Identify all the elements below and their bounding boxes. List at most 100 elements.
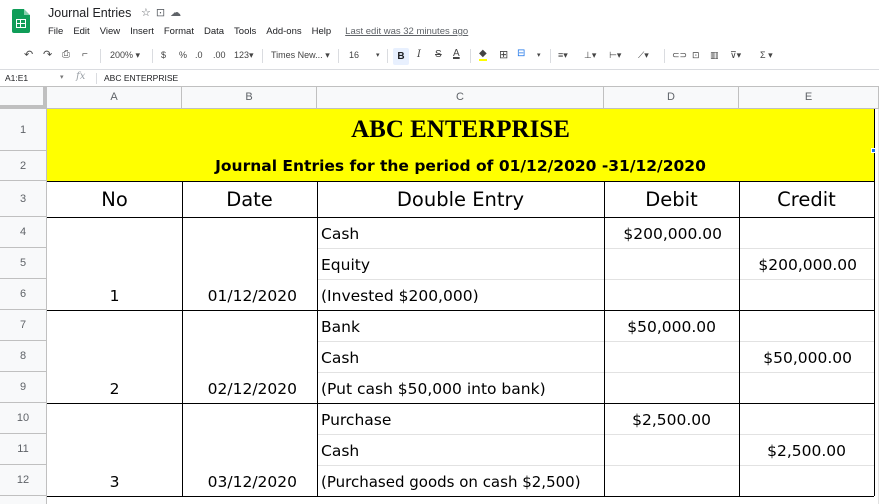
entry-date-cell[interactable]: 01/12/2020 (182, 287, 297, 305)
text-wrap-icon[interactable]: ⊢▾ (609, 50, 621, 61)
row-header-13[interactable] (0, 496, 47, 504)
entry-no-cell[interactable]: 2 (47, 380, 182, 398)
entry-account-cell[interactable]: Cash (321, 225, 601, 243)
header-credit[interactable]: Credit (739, 188, 874, 211)
name-box[interactable]: A1:E1 (5, 73, 28, 83)
last-edit-link[interactable]: Last edit was 32 minutes ago (345, 26, 468, 37)
formula-input[interactable]: ABC ENTERPRISE (104, 73, 178, 83)
entry-narration-cell[interactable]: (Purchased goods on cash $2,500) (321, 473, 603, 491)
header-date[interactable]: Date (182, 188, 317, 211)
row-header-1[interactable]: 1 (0, 109, 47, 151)
column-header-e[interactable]: E (739, 87, 879, 109)
increase-decimal-button[interactable]: .00 (213, 50, 226, 60)
print-icon[interactable]: ⎙ (62, 49, 70, 60)
column-header-b[interactable]: B (182, 87, 317, 109)
menu-format[interactable]: Format (164, 26, 194, 37)
row-header-3[interactable]: 3 (0, 181, 47, 217)
entry-debit-cell[interactable]: $50,000.00 (604, 318, 716, 336)
functions-icon[interactable]: Σ ▾ (760, 50, 773, 61)
entry-no-cell[interactable]: 3 (47, 473, 182, 491)
menu-edit[interactable]: Edit (73, 26, 89, 37)
spreadsheet-grid[interactable]: A B C D E 1 2 3 4 5 6 7 8 9 10 11 12 ABC… (0, 87, 879, 504)
font-family-select[interactable]: Times New... ▾ (271, 50, 330, 61)
horizontal-align-icon[interactable]: ≡▾ (558, 50, 568, 61)
paint-format-icon[interactable]: ⌐ (82, 49, 88, 60)
menu-insert[interactable]: Insert (130, 26, 154, 37)
row-header-2[interactable]: 2 (0, 151, 47, 181)
sheets-logo-icon[interactable] (12, 9, 30, 33)
font-size-chevron-icon[interactable]: ▾ (376, 51, 380, 59)
entry-date-cell[interactable]: 03/12/2020 (182, 473, 297, 491)
name-box-chevron-icon[interactable]: ▾ (60, 73, 64, 81)
strikethrough-button[interactable]: S (435, 49, 442, 60)
entry-no-cell[interactable]: 1 (47, 287, 182, 305)
entry-narration-cell[interactable]: (Put cash $50,000 into bank) (321, 380, 603, 398)
entry-credit-cell[interactable]: $2,500.00 (739, 442, 846, 460)
insert-link-icon[interactable]: ⊂⊃ (672, 50, 687, 61)
menu-view[interactable]: View (100, 26, 120, 37)
title-bar: Journal Entries ☆⊡☁ File Edit View Inser… (0, 0, 879, 40)
insert-chart-icon[interactable]: ▥ (710, 50, 719, 61)
row-header-4[interactable]: 4 (0, 217, 47, 248)
column-header-d[interactable]: D (604, 87, 739, 109)
cloud-icon[interactable]: ☁ (170, 7, 186, 19)
zoom-select[interactable]: 200% ▾ (110, 50, 140, 61)
menu-tools[interactable]: Tools (234, 26, 256, 37)
header-double-entry[interactable]: Double Entry (317, 188, 604, 211)
sheet-title-cell[interactable]: ABC ENTERPRISE (47, 109, 874, 151)
entry-account-cell[interactable]: Cash (321, 349, 601, 367)
insert-comment-icon[interactable]: ⊡ (692, 50, 700, 61)
undo-icon[interactable]: ↶ (24, 48, 33, 61)
row-header-5[interactable]: 5 (0, 248, 47, 279)
menu-addons[interactable]: Add-ons (266, 26, 301, 37)
star-icon[interactable]: ☆ (141, 7, 156, 19)
currency-format-button[interactable]: $ (161, 50, 166, 60)
fill-color-icon[interactable]: ◆ (479, 48, 487, 61)
entry-credit-cell[interactable]: $200,000.00 (739, 256, 857, 274)
font-size-select[interactable]: 16 (349, 50, 359, 60)
select-all-corner[interactable] (0, 87, 47, 109)
menu-data[interactable]: Data (204, 26, 224, 37)
filter-icon[interactable]: ⊽▾ (730, 50, 741, 61)
row-header-7[interactable]: 7 (0, 310, 47, 341)
entry-account-cell[interactable]: Cash (321, 442, 601, 460)
merge-chevron-icon[interactable]: ▾ (537, 51, 541, 59)
row-header-12[interactable]: 12 (0, 465, 47, 496)
more-formats-select[interactable]: 123▾ (234, 50, 254, 61)
entry-narration-cell[interactable]: (Invested $200,000) (321, 287, 601, 305)
row-header-8[interactable]: 8 (0, 341, 47, 372)
entry-account-cell[interactable]: Bank (321, 318, 601, 336)
row-header-6[interactable]: 6 (0, 279, 47, 310)
entry-account-cell[interactable]: Equity (321, 256, 601, 274)
menu-file[interactable]: File (48, 26, 63, 37)
menu-help[interactable]: Help (312, 26, 332, 37)
row-header-9[interactable]: 9 (0, 372, 47, 403)
entry-credit-cell[interactable]: $50,000.00 (739, 349, 852, 367)
merge-cells-icon[interactable]: ⊟ (517, 48, 525, 59)
vertical-align-icon[interactable]: ⊥▾ (584, 50, 596, 61)
header-no[interactable]: No (47, 188, 182, 211)
fx-icon: fx (76, 71, 86, 82)
formula-bar: A1:E1 ▾ fx ABC ENTERPRISE (0, 70, 879, 87)
text-rotation-icon[interactable]: ⟋▾ (638, 50, 649, 61)
entry-account-cell[interactable]: Purchase (321, 411, 601, 429)
sheet-subtitle-cell[interactable]: Journal Entries for the period of 01/12/… (47, 151, 874, 181)
percent-format-button[interactable]: % (179, 50, 187, 60)
column-header-a[interactable]: A (47, 87, 182, 109)
italic-button[interactable]: I (417, 49, 421, 60)
column-header-c[interactable]: C (317, 87, 604, 109)
header-debit[interactable]: Debit (604, 188, 739, 211)
selection-fill-handle[interactable] (871, 148, 876, 153)
folder-icon[interactable]: ⊡ (156, 7, 170, 19)
document-title[interactable]: Journal Entries (48, 6, 131, 20)
entry-date-cell[interactable]: 02/12/2020 (182, 380, 297, 398)
decrease-decimal-button[interactable]: .0 (195, 50, 203, 60)
bold-button[interactable]: B (393, 48, 409, 65)
entry-debit-cell[interactable]: $2,500.00 (604, 411, 711, 429)
entry-debit-cell[interactable]: $200,000.00 (604, 225, 722, 243)
redo-icon[interactable]: ↷ (43, 48, 52, 61)
borders-icon[interactable]: ⊞ (499, 48, 508, 61)
row-header-10[interactable]: 10 (0, 403, 47, 434)
row-header-11[interactable]: 11 (0, 434, 47, 465)
text-color-button[interactable]: A (453, 48, 460, 59)
